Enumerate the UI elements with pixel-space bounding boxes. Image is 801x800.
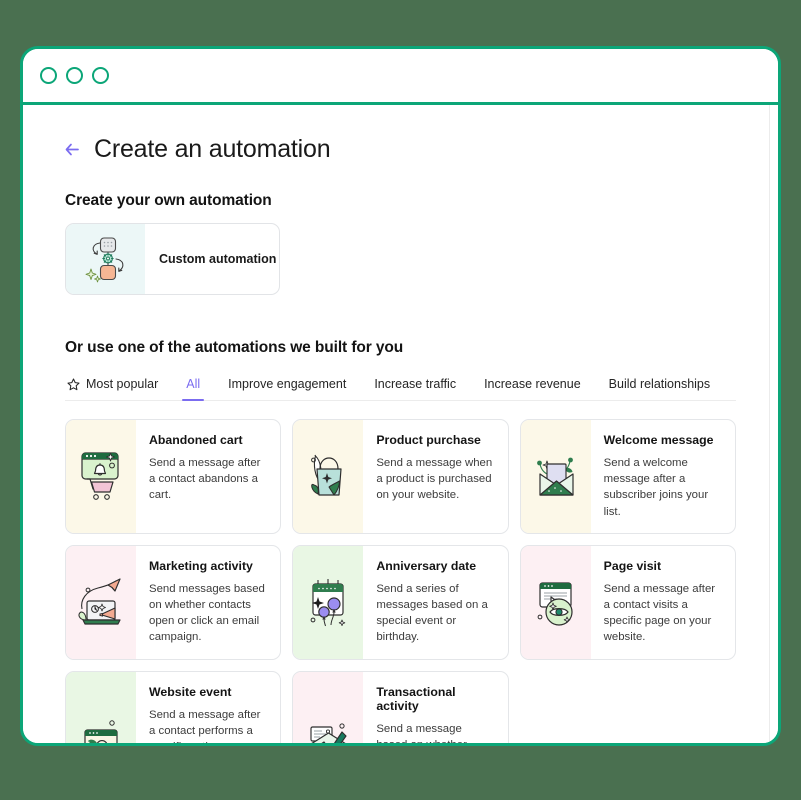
page-scroll-area[interactable]: Create an automation Create your own aut… [23,105,778,743]
custom-automation-icon [66,224,145,294]
builtfor-section-title: Or use one of the automations we built f… [65,339,404,356]
automation-card-description: Send a message after a contact performs … [149,708,262,744]
page-header: Create an automation [65,135,736,164]
automation-card-marketing-activity[interactable]: Marketing activity Send messages based o… [65,544,282,660]
automation-card-body: Product purchase Send a message when a p… [363,420,507,533]
tab-increase-traffic[interactable]: Increase traffic [360,377,470,400]
automation-card-title: Website event [149,684,232,699]
tab-label-increase-revenue: Increase revenue [484,377,581,391]
tab-label-improve-engagement: Improve engagement [228,377,347,391]
abandoned-cart-icon [66,420,136,533]
tab-label-most-popular: Most popular [86,377,159,391]
automation-card-title: Welcome message [603,433,714,447]
tab-label-build-relationships: Build relationships [608,377,711,391]
automation-card-description: Send a message when a product is purchas… [376,457,493,502]
page-visit-icon [520,545,591,659]
tab-all[interactable]: All [172,377,214,401]
page-title: Create an automation [94,135,331,163]
automation-card-welcome-message[interactable]: Welcome message Send a welcome message a… [519,419,736,534]
automation-card-body: Welcome message Send a welcome message a… [591,420,735,533]
automation-card-product-purchase[interactable]: Product purchase Send a message when a p… [292,419,509,534]
custom-automation-card[interactable]: Custom automation [65,223,280,295]
automation-card-abandoned-cart[interactable]: Abandoned cart Send a message after a co… [65,419,282,534]
automation-card-title: Marketing activity [149,558,253,573]
tab-improve-engagement[interactable]: Improve engagement [214,377,360,400]
star-icon [67,377,80,391]
automation-card-description: Send a welcome message after a subscribe… [603,457,709,518]
scrollbar-track[interactable] [769,105,770,743]
tab-label-increase-traffic: Increase traffic [374,377,457,391]
automation-card-description: Send a message after a contact abandons … [149,457,261,502]
automation-card-anniversary-date[interactable]: Anniversary date Send a series of messag… [292,544,509,660]
automation-card-page-visit[interactable]: Page visit Send a message after a contac… [519,544,736,660]
window-dot-close[interactable] [40,67,57,84]
transactional-activity-icon [293,671,364,743]
own-section-title: Create your own automation [65,192,272,209]
automation-card-body: Marketing activity Send messages based o… [136,546,280,659]
marketing-activity-icon [66,545,136,659]
window-dot-minimize[interactable] [66,67,83,84]
browser-window: Create an automation Create your own aut… [20,46,781,746]
automation-card-body: Transactional activity Send a message ba… [363,672,507,744]
tab-label-all: All [186,377,201,391]
automation-card-transactional-activity[interactable]: Transactional activity Send a message ba… [292,670,509,744]
automation-card-body: Abandoned cart Send a message after a co… [136,420,280,533]
automation-card-description: Send messages based on whether contacts … [149,582,265,644]
automation-card-body: Website event Send a message after a con… [136,672,280,744]
automation-card-description: Send a message based on whether contact … [376,722,467,744]
tab-increase-revenue[interactable]: Increase revenue [470,377,595,400]
back-arrow-icon[interactable] [65,143,80,156]
automation-category-tabs: Most popular All Improve engagement Incr… [65,377,736,401]
automation-card-body: Page visit Send a message after a contac… [591,546,735,659]
automation-card-description: Send a message after a contact visits a … [603,582,716,644]
automation-card-title: Anniversary date [376,558,477,573]
window-dot-maximize[interactable] [92,67,109,84]
tab-build-relationships[interactable]: Build relationships [595,377,724,400]
website-event-icon [66,671,136,743]
browser-title-bar [23,49,778,105]
automation-card-description: Send a series of messages based on a spe… [376,582,488,644]
automation-card-website-event[interactable]: Website event Send a message after a con… [65,670,282,744]
automation-card-body: Anniversary date Send a series of messag… [363,546,507,659]
automation-card-title: Page visit [603,558,662,573]
anniversary-date-icon [293,545,364,659]
custom-automation-label: Custom automation [159,252,277,266]
tab-most-popular[interactable]: Most popular [65,377,172,400]
automation-card-title: Product purchase [376,433,481,447]
automation-card-title: Transactional activity [376,684,456,713]
automation-card-title: Abandoned cart [149,433,243,447]
product-purchase-icon [293,420,364,533]
welcome-message-icon [520,420,591,533]
automation-grid: Abandoned cart Send a message after a co… [65,419,736,743]
